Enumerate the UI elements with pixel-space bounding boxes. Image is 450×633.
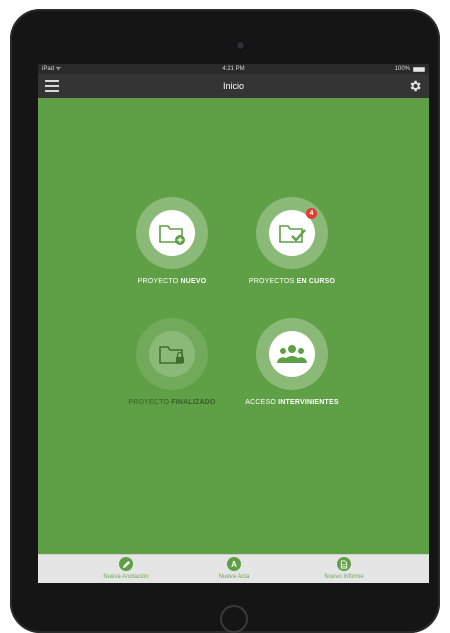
tab-label: Nueva Acta: [218, 574, 250, 580]
tile-label: ACCESO INTERVINIENTES: [245, 399, 339, 406]
battery-icon: [413, 66, 425, 72]
camera: [237, 42, 244, 49]
tile-proyecto-nuevo[interactable]: PROYECTO NUEVO: [122, 197, 222, 285]
battery-percent: 100%: [394, 66, 410, 72]
status-bar: iPad ᯤ 4:21 PM 100%: [38, 64, 429, 74]
tab-label: Nuevo Informe: [324, 574, 364, 580]
document-icon: [337, 557, 351, 571]
settings-gear-icon[interactable]: [408, 79, 422, 93]
tile-proyecto-finalizado[interactable]: PROYECTO FINALIZADO: [122, 318, 222, 406]
pencil-icon: [119, 557, 133, 571]
tile-label: PROYECTO FINALIZADO: [128, 399, 216, 406]
notification-badge: 4: [306, 208, 317, 219]
tab-label: Nueva Anotación: [103, 574, 149, 580]
battery-indicator: 100%: [395, 64, 425, 74]
tile-proyectos-en-curso[interactable]: 4 PROYECTOS EN CURSO: [242, 197, 342, 285]
folder-plus-icon: [159, 225, 185, 245]
group-icon: [277, 345, 307, 363]
home-button[interactable]: [220, 605, 248, 633]
a-letter-icon: A: [227, 557, 241, 571]
page-title: Inicio: [222, 81, 244, 91]
app-screen: iPad ᯤ 4:21 PM 100% Inicio PROYECTO NUEV…: [38, 64, 429, 583]
tile-acceso-intervinientes[interactable]: ACCESO INTERVINIENTES: [242, 318, 342, 406]
status-time: 4:21 PM: [222, 66, 245, 72]
tab-nuevo-informe[interactable]: Nuevo Informe: [294, 557, 394, 580]
folder-check-icon: [279, 225, 306, 243]
tab-nueva-acta[interactable]: A Nueva Acta: [184, 557, 284, 580]
navigation-bar: Inicio: [38, 74, 429, 98]
folder-lock-icon: [159, 346, 184, 364]
tile-label: PROYECTOS EN CURSO: [248, 278, 336, 285]
tab-nueva-anotacion[interactable]: Nueva Anotación: [76, 557, 176, 580]
tile-label: PROYECTO NUEVO: [137, 278, 207, 285]
bottom-tab-bar: Nueva Anotación A Nueva Acta Nuevo Infor…: [38, 554, 429, 583]
